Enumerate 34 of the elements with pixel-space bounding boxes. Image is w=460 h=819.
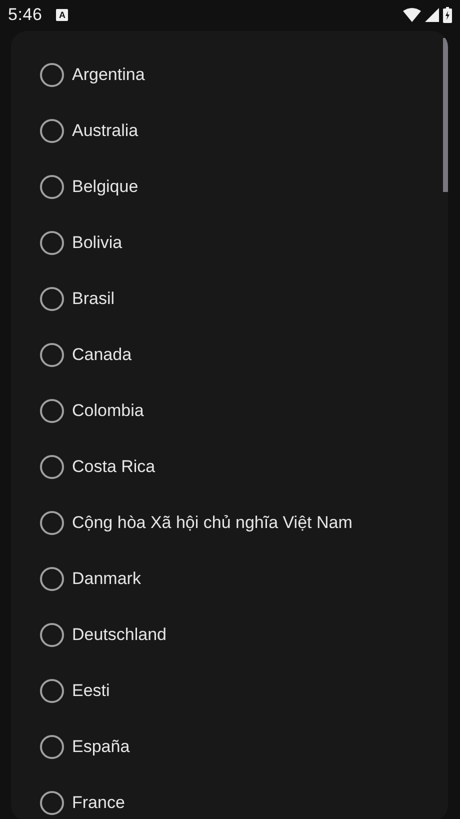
option-label[interactable]: Eesti [72, 681, 110, 701]
option-label[interactable]: Colombia [72, 401, 144, 421]
option-label[interactable]: Argentina [72, 65, 145, 85]
option-label[interactable]: Belgique [72, 177, 138, 197]
notification-icon: A [56, 9, 68, 21]
radio-button[interactable] [40, 623, 64, 647]
radio-button[interactable] [40, 567, 64, 591]
option-label[interactable]: Costa Rica [72, 457, 156, 477]
radio-button[interactable] [40, 175, 64, 199]
radio-button[interactable] [40, 119, 64, 143]
radio-button[interactable] [40, 231, 64, 255]
radio-button[interactable] [40, 791, 64, 815]
signal-icon [425, 8, 439, 22]
option-label[interactable]: Danmark [72, 569, 141, 589]
radio-button[interactable] [40, 63, 64, 87]
wifi-icon [403, 8, 421, 22]
radio-button[interactable] [40, 399, 64, 423]
radio-button[interactable] [40, 455, 64, 479]
radio-button[interactable] [40, 343, 64, 367]
radio-button[interactable] [40, 511, 64, 535]
option-label[interactable]: España [72, 737, 130, 757]
radio-button[interactable] [40, 679, 64, 703]
option-label[interactable]: Brasil [72, 289, 115, 309]
radio-button[interactable] [40, 735, 64, 759]
option-label[interactable]: Canada [72, 345, 132, 365]
battery-icon [443, 7, 452, 23]
scrollbar[interactable] [443, 38, 448, 192]
option-label[interactable]: Bolivia [72, 233, 122, 253]
option-label[interactable]: France [72, 793, 125, 813]
option-label[interactable]: Cộng hòa Xã hội chủ nghĩa Việt Nam [72, 513, 352, 533]
option-label[interactable]: Australia [72, 121, 138, 141]
option-label[interactable]: Deutschland [72, 625, 167, 645]
status-time: 5:46 [8, 5, 42, 25]
radio-button[interactable] [40, 287, 64, 311]
